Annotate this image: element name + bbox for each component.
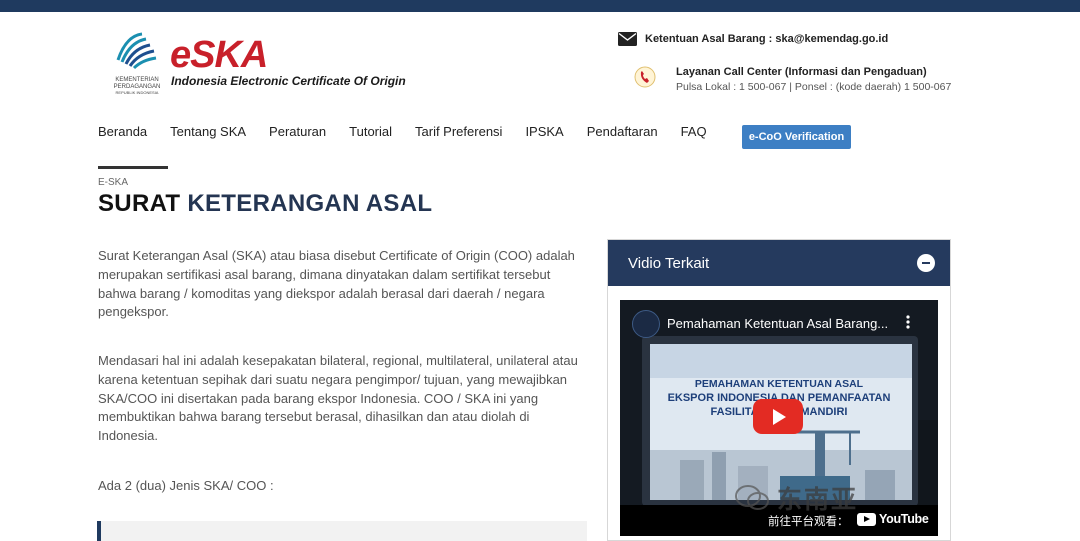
nav-item-tarif-preferensi[interactable]: Tarif Preferensi xyxy=(415,124,502,139)
collapse-icon[interactable] xyxy=(917,254,935,272)
top-bar xyxy=(0,0,1080,12)
contact-email-row: Ketentuan Asal Barang : ska@kemendag.go.… xyxy=(618,32,888,46)
blockquote-box xyxy=(101,521,587,541)
watermark: 东南亚 xyxy=(735,480,858,516)
nav-item-tentang-ska[interactable]: Tentang SKA xyxy=(170,124,246,139)
youtube-icon xyxy=(857,512,876,526)
more-options-icon[interactable] xyxy=(906,315,910,329)
ministry-name: KEMENTERIAN PERDAGANGAN REPUBLIK INDONES… xyxy=(113,77,161,95)
panel-title: Vidio Terkait xyxy=(628,255,710,272)
video-title[interactable]: Pemahaman Ketentuan Asal Barang... xyxy=(667,316,888,331)
watermark-text: 东南亚 xyxy=(777,485,859,514)
eska-logo[interactable]: eSKA xyxy=(170,36,268,74)
channel-avatar[interactable] xyxy=(632,310,660,338)
call-center-numbers: Pulsa Lokal : 1 500-067 | Ponsel : (kode… xyxy=(676,81,952,93)
panel-header: Vidio Terkait xyxy=(608,240,950,286)
nav-item-beranda[interactable]: Beranda xyxy=(98,124,147,139)
wechat-icon xyxy=(735,485,769,510)
contact-email: Ketentuan Asal Barang : ska@kemendag.go.… xyxy=(645,33,889,45)
nav-item-ipska[interactable]: IPSKA xyxy=(525,124,563,139)
intro-paragraph: Surat Keterangan Asal (SKA) atau biasa d… xyxy=(98,248,575,320)
title-divider xyxy=(98,166,168,169)
nav-item-tutorial[interactable]: Tutorial xyxy=(349,124,392,139)
nav-item-pendaftaran[interactable]: Pendaftaran xyxy=(587,124,658,139)
breadcrumb: E-SKA xyxy=(98,177,129,188)
ministry-logo-icon[interactable] xyxy=(112,30,164,70)
logo-tagline: Indonesia Electronic Certificate Of Orig… xyxy=(171,74,406,88)
basis-paragraph: Mendasari hal ini adalah kesepakatan bil… xyxy=(98,353,578,444)
page-title: SURAT KETERANGAN ASAL xyxy=(98,190,433,217)
mail-icon xyxy=(618,32,637,46)
nav-item-faq[interactable]: FAQ xyxy=(681,124,707,139)
types-intro: Ada 2 (dua) Jenis SKA/ COO : xyxy=(98,478,274,493)
main-nav: Beranda Tentang SKA Peraturan Tutorial T… xyxy=(98,124,730,139)
call-center-icon xyxy=(634,66,656,88)
youtube-logo[interactable]: YouTube xyxy=(857,512,929,526)
call-center-title: Layanan Call Center (Informasi dan Penga… xyxy=(676,66,927,78)
ecoo-verification-button[interactable]: e-CoO Verification xyxy=(742,125,851,149)
play-icon[interactable] xyxy=(753,399,803,434)
nav-item-peraturan[interactable]: Peraturan xyxy=(269,124,326,139)
